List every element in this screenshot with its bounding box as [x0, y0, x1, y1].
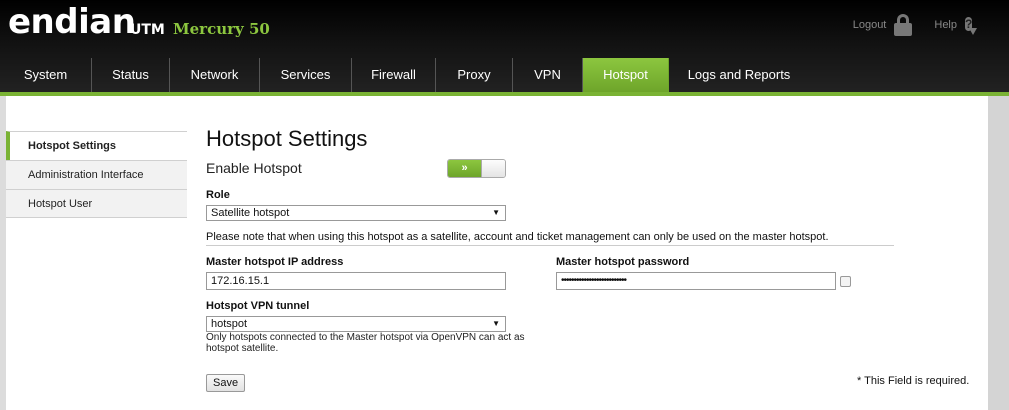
tab-system[interactable]: System	[0, 58, 92, 92]
page-title: Hotspot Settings	[206, 126, 368, 151]
tab-hotspot[interactable]: Hotspot	[583, 58, 669, 92]
top-links: Logout Help ?	[853, 14, 987, 36]
master-ip-label: Master hotspot IP address	[206, 256, 344, 268]
save-button[interactable]: Save	[206, 374, 246, 392]
vpn-tunnel-select-value: hotspot	[211, 318, 248, 330]
required-field-note: * This Field is required.	[857, 375, 970, 387]
sidebar-item-hotspot-settings[interactable]: Hotspot Settings	[6, 131, 187, 160]
enable-hotspot-label: Enable Hotspot	[206, 160, 302, 176]
master-password-label: Master hotspot password	[556, 256, 690, 268]
vpn-tunnel-label: Hotspot VPN tunnel	[206, 300, 310, 312]
product-model: Mercury 50	[173, 20, 270, 38]
toggle-knob[interactable]	[481, 160, 505, 177]
dropdown-arrow-icon[interactable]: ▼	[492, 317, 500, 331]
tab-firewall[interactable]: Firewall	[352, 58, 436, 92]
show-password-checkbox[interactable]	[840, 276, 851, 287]
tab-logs-and-reports[interactable]: Logs and Reports	[669, 58, 809, 92]
toggle-on-indicator: »	[448, 160, 481, 177]
lock-icon[interactable]	[894, 14, 913, 36]
tab-network[interactable]: Network	[170, 58, 260, 92]
enable-hotspot-toggle[interactable]: »	[447, 159, 506, 178]
role-label: Role	[206, 189, 230, 201]
role-select-value: Satellite hotspot	[211, 207, 290, 219]
tab-services[interactable]: Services	[260, 58, 352, 92]
vpn-tunnel-select[interactable]: hotspot ▼	[206, 316, 506, 332]
sidebar-item-administration-interface[interactable]: Administration Interface	[6, 160, 187, 189]
product-name: UTM Mercury 50	[130, 20, 270, 38]
tab-status[interactable]: Status	[92, 58, 170, 92]
dropdown-arrow-icon[interactable]: ▼	[492, 206, 500, 220]
help-icon[interactable]: ?	[965, 15, 987, 35]
vpn-tunnel-hint: Only hotspots connected to the Master ho…	[206, 332, 525, 354]
app-logo: endian	[8, 2, 136, 42]
master-ip-input[interactable]: 172.16.15.1	[206, 272, 506, 290]
role-select[interactable]: Satellite hotspot ▼	[206, 205, 506, 221]
tab-proxy[interactable]: Proxy	[436, 58, 513, 92]
help-link[interactable]: Help	[934, 19, 957, 31]
tab-vpn[interactable]: VPN	[513, 58, 583, 92]
product-line: UTM	[130, 22, 165, 38]
logout-link[interactable]: Logout	[853, 19, 887, 31]
sidebar-menu: Hotspot Settings Administration Interfac…	[6, 131, 187, 218]
master-password-input[interactable]: ••••••••••••••••••••••••••	[556, 272, 836, 290]
main-nav: System Status Network Services Firewall …	[0, 58, 809, 92]
satellite-note: Please note that when using this hotspot…	[206, 231, 829, 243]
sidebar-item-hotspot-user[interactable]: Hotspot User	[6, 189, 187, 218]
right-gutter	[988, 96, 1009, 410]
divider	[206, 245, 894, 246]
